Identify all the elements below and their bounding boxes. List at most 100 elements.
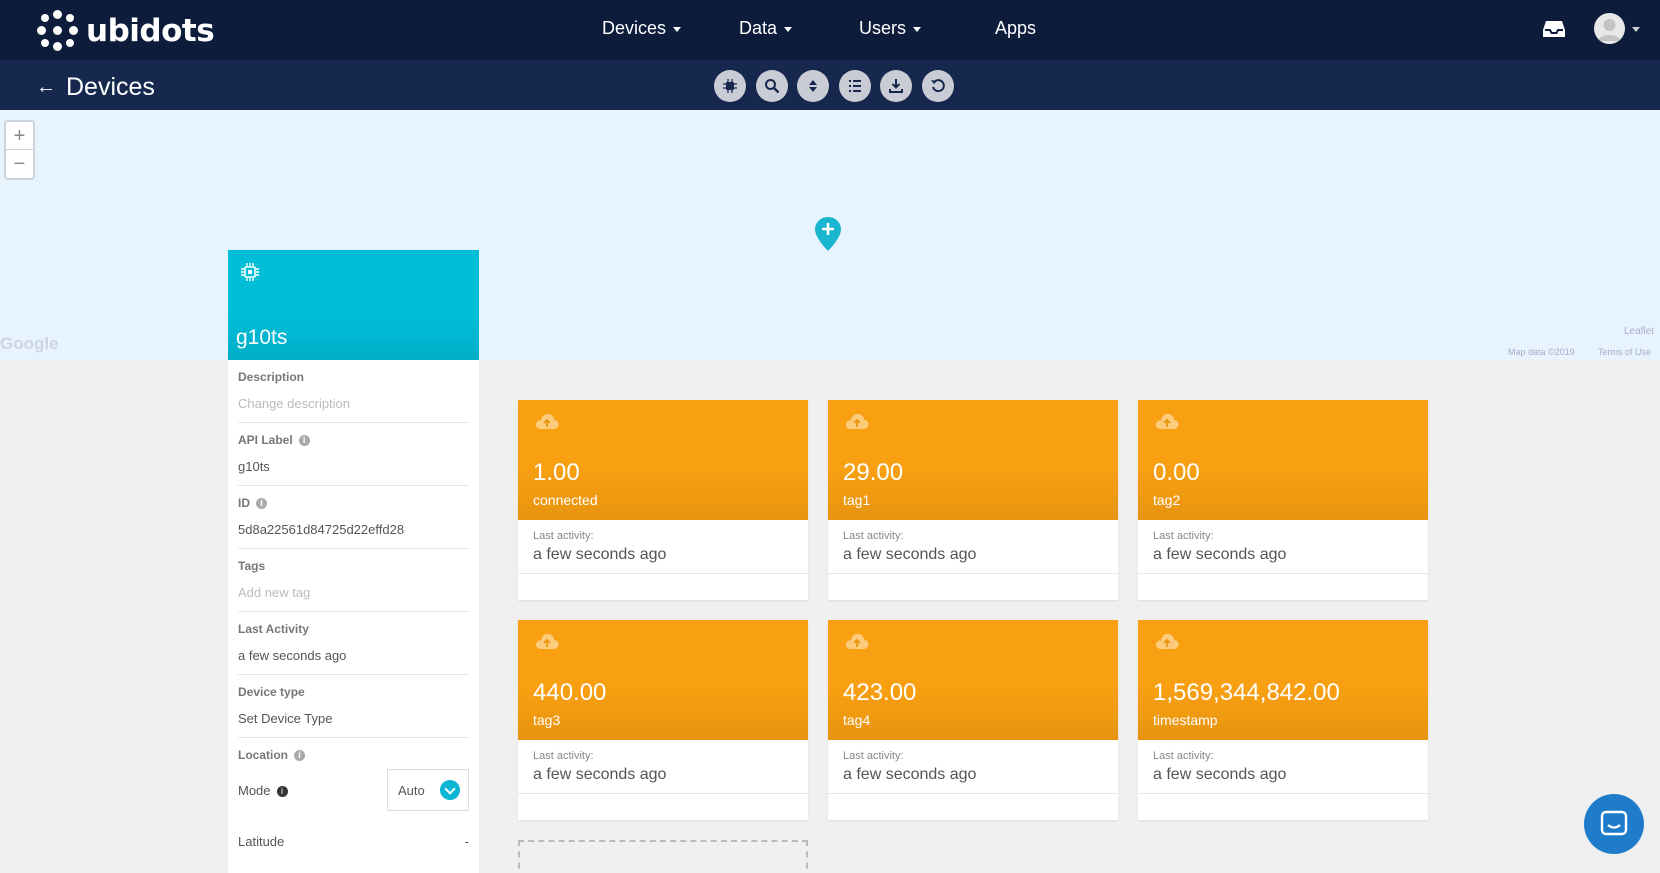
- logo-dots-icon: [36, 9, 80, 53]
- mode-label-row: Mode i: [238, 783, 288, 798]
- field-last-activity: Last Activity a few seconds ago: [238, 612, 469, 675]
- avatar-caret-icon[interactable]: [1632, 27, 1640, 32]
- sub-header: ← Devices: [0, 60, 1660, 110]
- last-activity-label: Last activity:: [843, 750, 904, 762]
- mode-value: Auto: [398, 782, 425, 798]
- refresh-button[interactable]: [922, 70, 954, 102]
- nav-apps-label: Apps: [995, 18, 1037, 38]
- nav-devices[interactable]: Devices: [602, 18, 682, 39]
- cloud-upload-icon: [535, 633, 559, 649]
- variable-card[interactable]: 29.00 tag1 Last activity: a few seconds ago: [828, 400, 1118, 600]
- latitude-row: Latitude -: [238, 834, 469, 849]
- inbox-icon[interactable]: [1542, 18, 1566, 40]
- device-type-selector[interactable]: Set Device Type: [238, 711, 469, 729]
- variable-value: 0.00: [1153, 459, 1200, 486]
- field-device-type: Device type Set Device Type: [238, 675, 469, 738]
- search-icon: [765, 79, 780, 94]
- field-label: Location: [238, 748, 288, 762]
- variable-name[interactable]: tag3: [533, 712, 560, 728]
- variable-card[interactable]: 1.00 connected Last activity: a few seconds…: [518, 400, 808, 600]
- field-label-row: API Label i: [238, 433, 469, 451]
- add-tag-input[interactable]: Add new tag: [238, 585, 469, 603]
- variable-card-header: 0.00 tag2: [1138, 400, 1428, 520]
- info-icon[interactable]: i: [294, 750, 305, 761]
- terms-of-use-link[interactable]: Terms of Use: [1598, 347, 1651, 357]
- refresh-icon: [931, 79, 945, 93]
- variable-card-header: 29.00 tag1: [828, 400, 1118, 520]
- variable-value: 1.00: [533, 459, 580, 486]
- back-to-devices[interactable]: ← Devices: [36, 73, 155, 102]
- chat-launcher[interactable]: [1584, 794, 1644, 854]
- field-label-row: ID i: [238, 496, 469, 514]
- last-activity-value: a few seconds ago: [533, 546, 667, 563]
- zoom-in-button[interactable]: +: [6, 122, 33, 150]
- variable-card[interactable]: 0.00 tag2 Last activity: a few seconds ago: [1138, 400, 1428, 600]
- variable-card-header: 440.00 tag3: [518, 620, 808, 740]
- page-title: Devices: [66, 73, 155, 101]
- list-view-button[interactable]: [839, 70, 871, 102]
- last-activity-label: Last activity:: [533, 750, 594, 762]
- variable-card[interactable]: 1,569,344,842.00 timestamp Last activity: a…: [1138, 620, 1428, 820]
- variable-name[interactable]: tag1: [843, 492, 870, 508]
- variable-name[interactable]: connected: [533, 492, 598, 508]
- field-tags: Tags Add new tag: [238, 549, 469, 612]
- chip-icon: [723, 79, 737, 93]
- ubidots-logo[interactable]: ubidots: [36, 9, 215, 53]
- variable-card-footer: Last activity: a few seconds ago: [1138, 520, 1428, 574]
- last-activity-value: a few seconds ago: [533, 766, 667, 783]
- zoom-out-button[interactable]: −: [6, 150, 33, 178]
- mode-label: Mode: [238, 782, 271, 798]
- device-type-button[interactable]: [714, 70, 746, 102]
- map-marker-icon[interactable]: [814, 216, 842, 252]
- nav-apps[interactable]: Apps: [995, 18, 1036, 39]
- map-data-attribution: Map data ©2019: [1508, 347, 1575, 357]
- variable-card-footer: Last activity: a few seconds ago: [518, 740, 808, 794]
- google-attribution: Google: [0, 334, 59, 353]
- caret-down-icon: [673, 26, 682, 32]
- nav-devices-label: Devices: [602, 18, 667, 38]
- latitude-value[interactable]: -: [465, 834, 469, 849]
- nav-data[interactable]: Data: [739, 18, 793, 39]
- map-zoom-control: + −: [4, 120, 35, 180]
- add-variable-card[interactable]: [518, 840, 808, 873]
- variable-name[interactable]: timestamp: [1153, 712, 1218, 728]
- download-button[interactable]: [880, 70, 912, 102]
- nav-users-label: Users: [859, 18, 907, 38]
- variable-card-header: 423.00 tag4: [828, 620, 1118, 740]
- location-mode-select[interactable]: Auto: [387, 769, 469, 811]
- sort-button[interactable]: [797, 70, 829, 102]
- search-button[interactable]: [756, 70, 788, 102]
- leaflet-attribution[interactable]: Leaflet: [1624, 326, 1654, 337]
- variable-card-footer: Last activity: a few seconds ago: [828, 740, 1118, 794]
- info-icon[interactable]: i: [298, 435, 310, 446]
- cloud-upload-icon: [1155, 413, 1179, 429]
- variable-card[interactable]: 440.00 tag3 Last activity: a few seconds ag…: [518, 620, 808, 820]
- variable-name[interactable]: tag2: [1153, 492, 1180, 508]
- variable-card-footer: Last activity: a few seconds ago: [828, 520, 1118, 574]
- nav-users[interactable]: Users: [859, 18, 922, 39]
- device-name[interactable]: g10ts: [236, 326, 287, 350]
- logo-text: ubidots: [86, 13, 215, 49]
- last-activity-label: Last activity:: [1153, 750, 1214, 762]
- description-input[interactable]: Change description: [238, 396, 469, 414]
- user-avatar[interactable]: [1594, 13, 1625, 44]
- variable-value: 423.00: [843, 679, 917, 706]
- last-activity-value: a few seconds ago: [238, 648, 347, 663]
- variable-card-footer: Last activity: a few seconds ago: [1138, 740, 1428, 794]
- cloud-upload-icon: [535, 413, 559, 429]
- info-icon[interactable]: i: [276, 785, 288, 797]
- last-activity-value: a few seconds ago: [843, 546, 977, 563]
- api-label-value[interactable]: g10ts: [238, 459, 469, 477]
- nav-data-label: Data: [739, 18, 778, 38]
- field-location: Location i: [238, 738, 469, 766]
- field-label: ID: [238, 496, 250, 510]
- device-id-value: 5d8a22561d84725d22effd28: [238, 522, 405, 537]
- variable-value: 440.00: [533, 679, 607, 706]
- info-icon[interactable]: i: [256, 498, 267, 509]
- cloud-upload-icon: [845, 633, 869, 649]
- variable-card-header: 1.00 connected: [518, 400, 808, 520]
- variable-name[interactable]: tag4: [843, 712, 870, 728]
- field-api-label: API Label i g10ts: [238, 423, 469, 486]
- chat-icon: [1600, 810, 1628, 836]
- variable-card[interactable]: 423.00 tag4 Last activity: a few seconds ag…: [828, 620, 1118, 820]
